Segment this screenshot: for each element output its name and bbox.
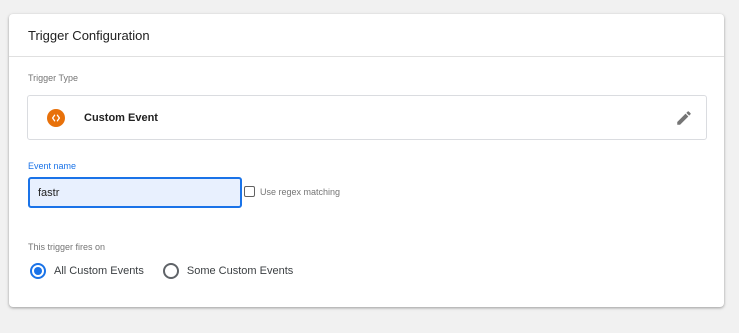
radio-all-custom-events[interactable]: All Custom Events (30, 263, 144, 279)
radio-button-unselected[interactable] (162, 263, 179, 279)
radio-some-custom-events[interactable]: Some Custom Events (162, 263, 294, 279)
event-name-input[interactable] (28, 177, 242, 208)
trigger-configuration-card: Trigger Configuration Trigger Type Custo… (9, 14, 724, 307)
radio-label: All Custom Events (54, 265, 144, 277)
code-brackets-icon (47, 108, 65, 127)
regex-option[interactable]: Use regex matching (244, 186, 340, 197)
event-name-label: Event name (28, 161, 77, 171)
card-title: Trigger Configuration (9, 14, 724, 57)
radio-label: Some Custom Events (186, 265, 294, 277)
fires-on-radio-group: All Custom Events Some Custom Events (30, 263, 312, 279)
radio-button-selected[interactable] (30, 263, 46, 279)
trigger-type-label: Trigger Type (28, 73, 79, 83)
regex-label: Use regex matching (260, 186, 341, 197)
fires-on-label: This trigger fires on (28, 242, 106, 252)
trigger-type-name: Custom Event (84, 111, 158, 124)
pencil-icon[interactable] (675, 109, 693, 127)
trigger-type-selector[interactable]: Custom Event (27, 95, 707, 140)
regex-checkbox[interactable] (244, 186, 255, 197)
